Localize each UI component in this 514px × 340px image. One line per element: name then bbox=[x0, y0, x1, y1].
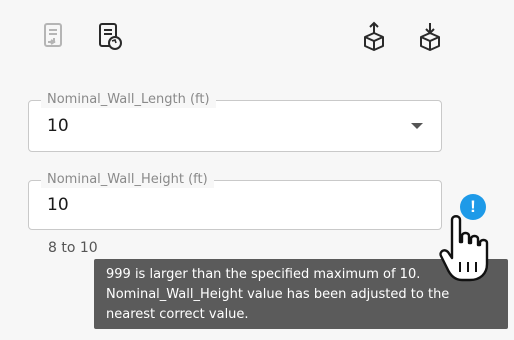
wall-height-label: Nominal_Wall_Height (ft) bbox=[41, 172, 214, 188]
wall-height-value: 10 bbox=[47, 195, 69, 215]
wall-length-select[interactable]: Nominal_Wall_Length (ft) 10 bbox=[28, 92, 442, 152]
upload-cube-icon[interactable] bbox=[356, 18, 392, 54]
refresh-doc-icon[interactable] bbox=[92, 18, 128, 54]
chevron-down-icon[interactable] bbox=[411, 123, 423, 129]
range-hint: 8 to 10 bbox=[48, 240, 98, 256]
wall-height-input[interactable]: Nominal_Wall_Height (ft) 10 bbox=[28, 172, 442, 230]
tooltip-line: Nominal_Wall_Height value has been adjus… bbox=[106, 287, 450, 302]
wall-length-label: Nominal_Wall_Length (ft) bbox=[41, 92, 216, 108]
export-doc-icon[interactable] bbox=[36, 18, 72, 54]
tooltip-line: nearest correct value. bbox=[106, 307, 249, 322]
wall-length-value: 10 bbox=[47, 116, 69, 136]
hand-cursor-icon bbox=[438, 212, 490, 288]
download-cube-icon[interactable] bbox=[412, 18, 448, 54]
